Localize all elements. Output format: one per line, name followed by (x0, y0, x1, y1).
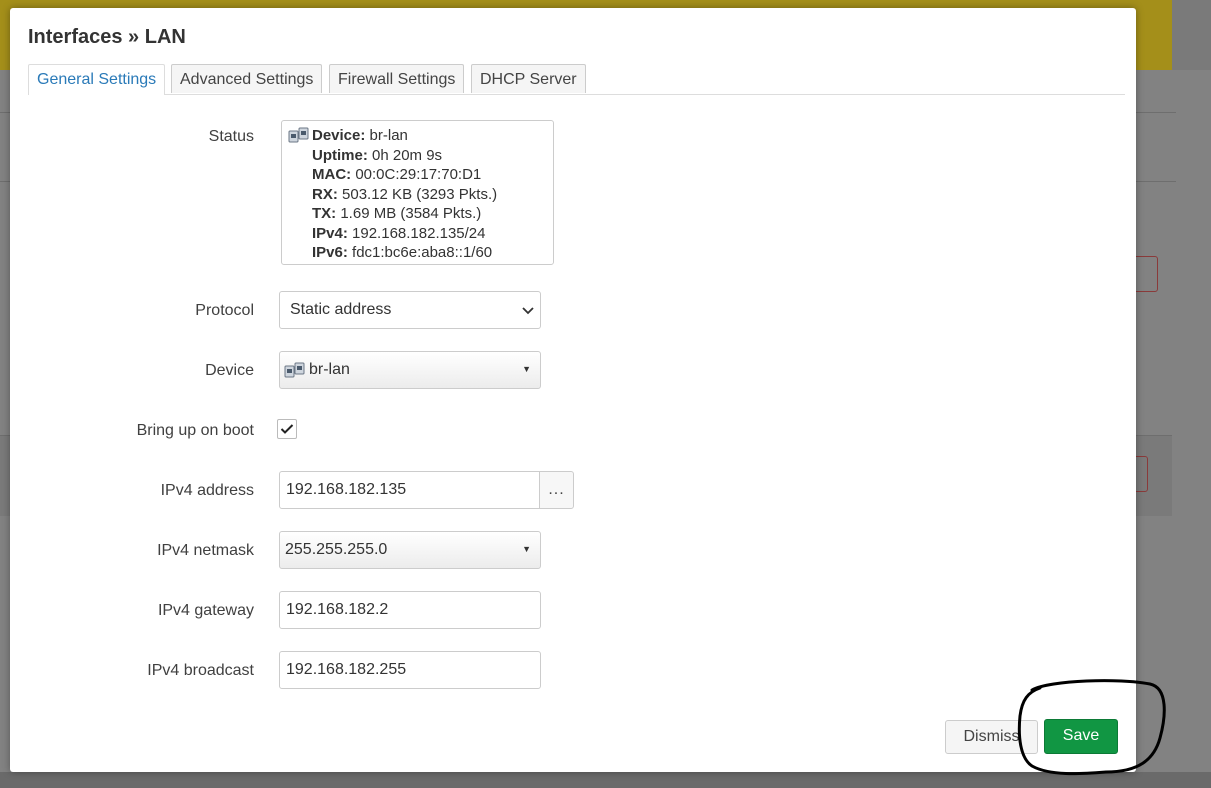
device-label: Device (205, 362, 254, 379)
caret-down-icon: ▼ (522, 544, 531, 554)
device-dropdown[interactable]: br-lan ▼ (279, 351, 541, 389)
status-line-mac: MAC: 00:0C:29:17:70:D1 (312, 166, 482, 183)
boot-label: Bring up on boot (136, 422, 254, 439)
status-line-rx: RX: 503.12 KB (3293 Pkts.) (312, 185, 498, 203)
status-line-ipv4: IPv4: 192.168.182.135/24 (312, 224, 486, 242)
status-line-uptime: Uptime: 0h 20m 9s (312, 146, 443, 164)
status-line-tx: TX: 1.69 MB (3584 Pkts.) (312, 205, 482, 222)
protocol-select[interactable]: Static address (279, 291, 541, 329)
dismiss-button[interactable]: Dismiss (945, 720, 1038, 754)
tab-firewall-settings[interactable]: Firewall Settings (329, 64, 465, 93)
save-button[interactable]: Save (1044, 719, 1118, 754)
protocol-label: Protocol (195, 302, 254, 319)
tab-dhcp-server[interactable]: DHCP Server (471, 64, 586, 93)
ipv4-broadcast-value: 192.168.182.255 (286, 661, 407, 678)
tab-bar: General Settings Advanced Settings Firew… (28, 64, 1125, 95)
ipv4-address-value: 192.168.182.135 (286, 481, 407, 498)
status-line-device: Device: br-lan (312, 127, 408, 144)
ipv4-broadcast-input[interactable]: 192.168.182.255 (279, 651, 541, 689)
caret-down-icon: ▼ (522, 364, 531, 374)
ethernet-ports-icon (284, 362, 305, 378)
tab-general-settings[interactable]: General Settings (28, 64, 166, 95)
ipv4-gateway-value: 192.168.182.2 (286, 601, 389, 618)
status-line-ipv6: IPv6: fdc1:bc6e:aba8::1/60 (312, 244, 493, 261)
boot-checkbox[interactable] (277, 419, 297, 439)
ipv4-broadcast-label: IPv4 broadcast (147, 662, 254, 679)
protocol-value: Static address (290, 301, 392, 318)
checkmark-icon (280, 424, 294, 434)
status-details: Device: br-lan Uptime: 0h 20m 9s MAC: 00… (312, 126, 497, 263)
ipv4-address-more-button[interactable]: ... (539, 471, 574, 509)
ipv4-address-input[interactable]: 192.168.182.135 (279, 471, 540, 509)
interface-edit-modal: Interfaces » LAN General Settings Advanc… (10, 8, 1136, 772)
ipv4-address-label: IPv4 address (160, 482, 254, 499)
ipv4-gateway-label: IPv4 gateway (157, 602, 254, 619)
status-label: Status (208, 128, 254, 145)
ipv4-gateway-input[interactable]: 192.168.182.2 (279, 591, 541, 629)
background-footer (0, 772, 1211, 788)
ipv4-netmask-dropdown[interactable]: 255.255.255.0 ▼ (279, 531, 541, 569)
ipv4-netmask-value: 255.255.255.0 (285, 541, 388, 558)
status-box: Device: br-lan Uptime: 0h 20m 9s MAC: 00… (281, 120, 554, 265)
modal-title: Interfaces » LAN (28, 26, 186, 48)
chevron-down-icon (522, 307, 534, 315)
ipv4-netmask-label: IPv4 netmask (157, 542, 254, 559)
device-value: br-lan (309, 361, 350, 378)
ethernet-ports-icon (288, 127, 309, 143)
tab-advanced-settings[interactable]: Advanced Settings (171, 64, 323, 93)
